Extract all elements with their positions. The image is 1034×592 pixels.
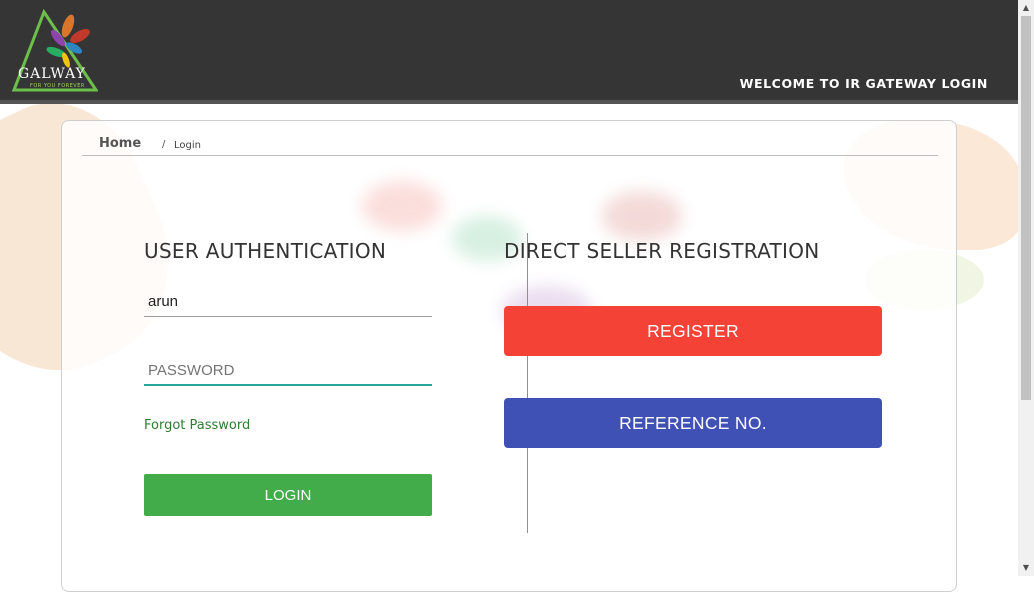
scrollbar-thumb[interactable] bbox=[1021, 16, 1031, 400]
password-input[interactable] bbox=[144, 356, 432, 386]
logo-tagline: FOR YOU FOREVER bbox=[30, 83, 85, 89]
column-divider bbox=[527, 233, 528, 533]
logo-text: GALWAY bbox=[18, 66, 86, 82]
scroll-down-arrow-icon[interactable]: ▼ bbox=[1018, 560, 1034, 576]
scroll-up-arrow-icon[interactable]: ▲ bbox=[1018, 0, 1034, 16]
direct-seller-registration-heading: DIRECT SELLER REGISTRATION bbox=[504, 239, 820, 263]
login-button[interactable]: LOGIN bbox=[144, 474, 432, 516]
faint-leaf-red bbox=[362, 181, 442, 231]
welcome-heading: WELCOME TO IR GATEWAY LOGIN bbox=[739, 76, 988, 91]
breadcrumb-current: Login bbox=[174, 140, 201, 151]
login-card: Home / Login USER AUTHENTICATION Forgot … bbox=[61, 120, 957, 592]
top-header: GALWAY FOR YOU FOREVER WELCOME TO IR GAT… bbox=[0, 0, 1018, 100]
register-button[interactable]: REGISTER bbox=[504, 306, 882, 356]
breadcrumb-separator: / bbox=[162, 139, 166, 150]
vertical-scrollbar[interactable]: ▲ ▼ bbox=[1018, 0, 1034, 576]
breadcrumb-home-link[interactable]: Home bbox=[99, 136, 141, 151]
breadcrumb: Home / Login bbox=[82, 135, 938, 156]
forgot-password-link[interactable]: Forgot Password bbox=[144, 418, 250, 433]
reference-no-button[interactable]: REFERENCE NO. bbox=[504, 398, 882, 448]
header-divider bbox=[0, 100, 1018, 104]
username-input[interactable] bbox=[144, 287, 432, 317]
user-authentication-heading: USER AUTHENTICATION bbox=[144, 239, 387, 263]
faint-leaf-darkred bbox=[602, 191, 682, 241]
